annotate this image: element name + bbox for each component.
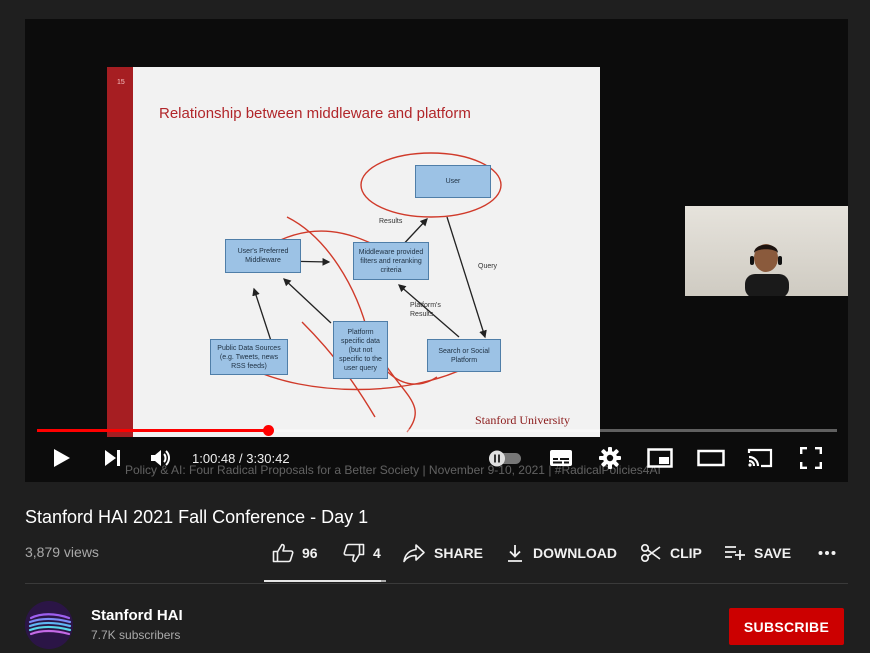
volume-icon [151,450,170,466]
autoplay-toggle[interactable] [487,444,523,472]
slide-footer: Stanford University [475,413,570,427]
like-count: 96 [302,545,318,561]
miniplayer-icon [647,448,673,468]
next-button[interactable] [102,444,124,472]
video-frame: 15 Relationship between middleware and p… [25,19,848,482]
more-actions-button[interactable] [818,542,844,564]
speaker-webcam [685,206,848,296]
diagram-public-data-box: Public Data Sources (e.g. Tweets, news R… [210,339,288,375]
clip-button[interactable]: CLIP [640,542,702,564]
diagram-label-results: Results [379,218,403,225]
duration: 3:30:42 [246,451,290,466]
scissors-icon [640,543,661,563]
autoplay-toggle-icon [489,450,521,467]
time-separator: / [235,451,247,466]
subtitles-button[interactable] [547,444,575,472]
cast-icon [747,448,773,468]
time-display: 1:00:48 / 3:30:42 [192,451,290,466]
fullscreen-button[interactable] [797,444,825,472]
share-label: SHARE [434,545,484,561]
channel-avatar[interactable] [25,601,73,649]
gear-icon [599,447,621,469]
subtitles-icon [550,450,572,466]
share-button[interactable]: SHARE [402,542,483,564]
diagram-label-query: Query [478,263,498,270]
current-time: 1:00:48 [192,451,236,466]
play-button[interactable] [50,444,74,472]
thumbs-up-icon [272,543,294,563]
miniplayer-button[interactable] [645,444,675,472]
dislike-button[interactable]: 4 [343,542,381,564]
diagram-search-platform-box: Search or Social Platform [427,339,501,372]
video-title: Stanford HAI 2021 Fall Conference - Day … [25,507,369,527]
subscribe-button[interactable]: SUBSCRIBE [729,608,844,645]
presentation-slide: 15 Relationship between middleware and p… [107,67,600,437]
subscriber-count: 7.7K subscribers [91,628,181,642]
save-button[interactable]: SAVE [724,542,791,564]
download-icon [508,545,522,562]
play-icon [54,449,70,467]
view-count: 3,879 views [25,544,99,560]
diagram-label-platform-results: Platform's Results [410,302,441,318]
like-ratio-fill [264,580,381,582]
scrubber-handle[interactable] [263,425,274,436]
diagram-middleware-box: Middleware provided filters and rerankin… [353,242,429,280]
speaker-figure [745,244,789,296]
like-button[interactable]: 96 [272,542,318,564]
thumbs-down-icon [343,543,365,563]
playlist-add-icon [725,546,745,560]
progress-played [37,429,268,432]
clip-label: CLIP [670,545,702,561]
section-divider [25,583,848,584]
more-horizontal-icon [818,551,836,555]
player-controls: Policy & AI: Four Radical Proposals for … [25,437,848,482]
save-label: SAVE [754,545,792,561]
share-icon [403,544,425,563]
download-label: DOWNLOAD [533,545,617,561]
fullscreen-icon [800,447,822,469]
skip-next-icon [105,450,120,466]
progress-bar[interactable] [37,425,837,436]
dislike-count: 4 [373,545,381,561]
theater-mode-icon [697,449,725,467]
mute-button[interactable] [149,444,173,472]
download-button[interactable]: DOWNLOAD [505,542,617,564]
channel-name[interactable]: Stanford HAI [91,607,183,624]
like-ratio-bar [264,580,386,582]
stanford-hai-logo-icon [25,601,73,649]
diagram-preferred-middleware-box: User's Preferred Middleware [225,239,301,273]
theater-mode-button[interactable] [695,444,727,472]
diagram-user-box: User [415,165,491,198]
settings-button[interactable] [597,444,623,472]
cast-button[interactable] [745,444,775,472]
video-player[interactable]: 15 Relationship between middleware and p… [25,19,848,482]
diagram-platform-data-box: Platform specific data (but not specific… [333,321,388,379]
